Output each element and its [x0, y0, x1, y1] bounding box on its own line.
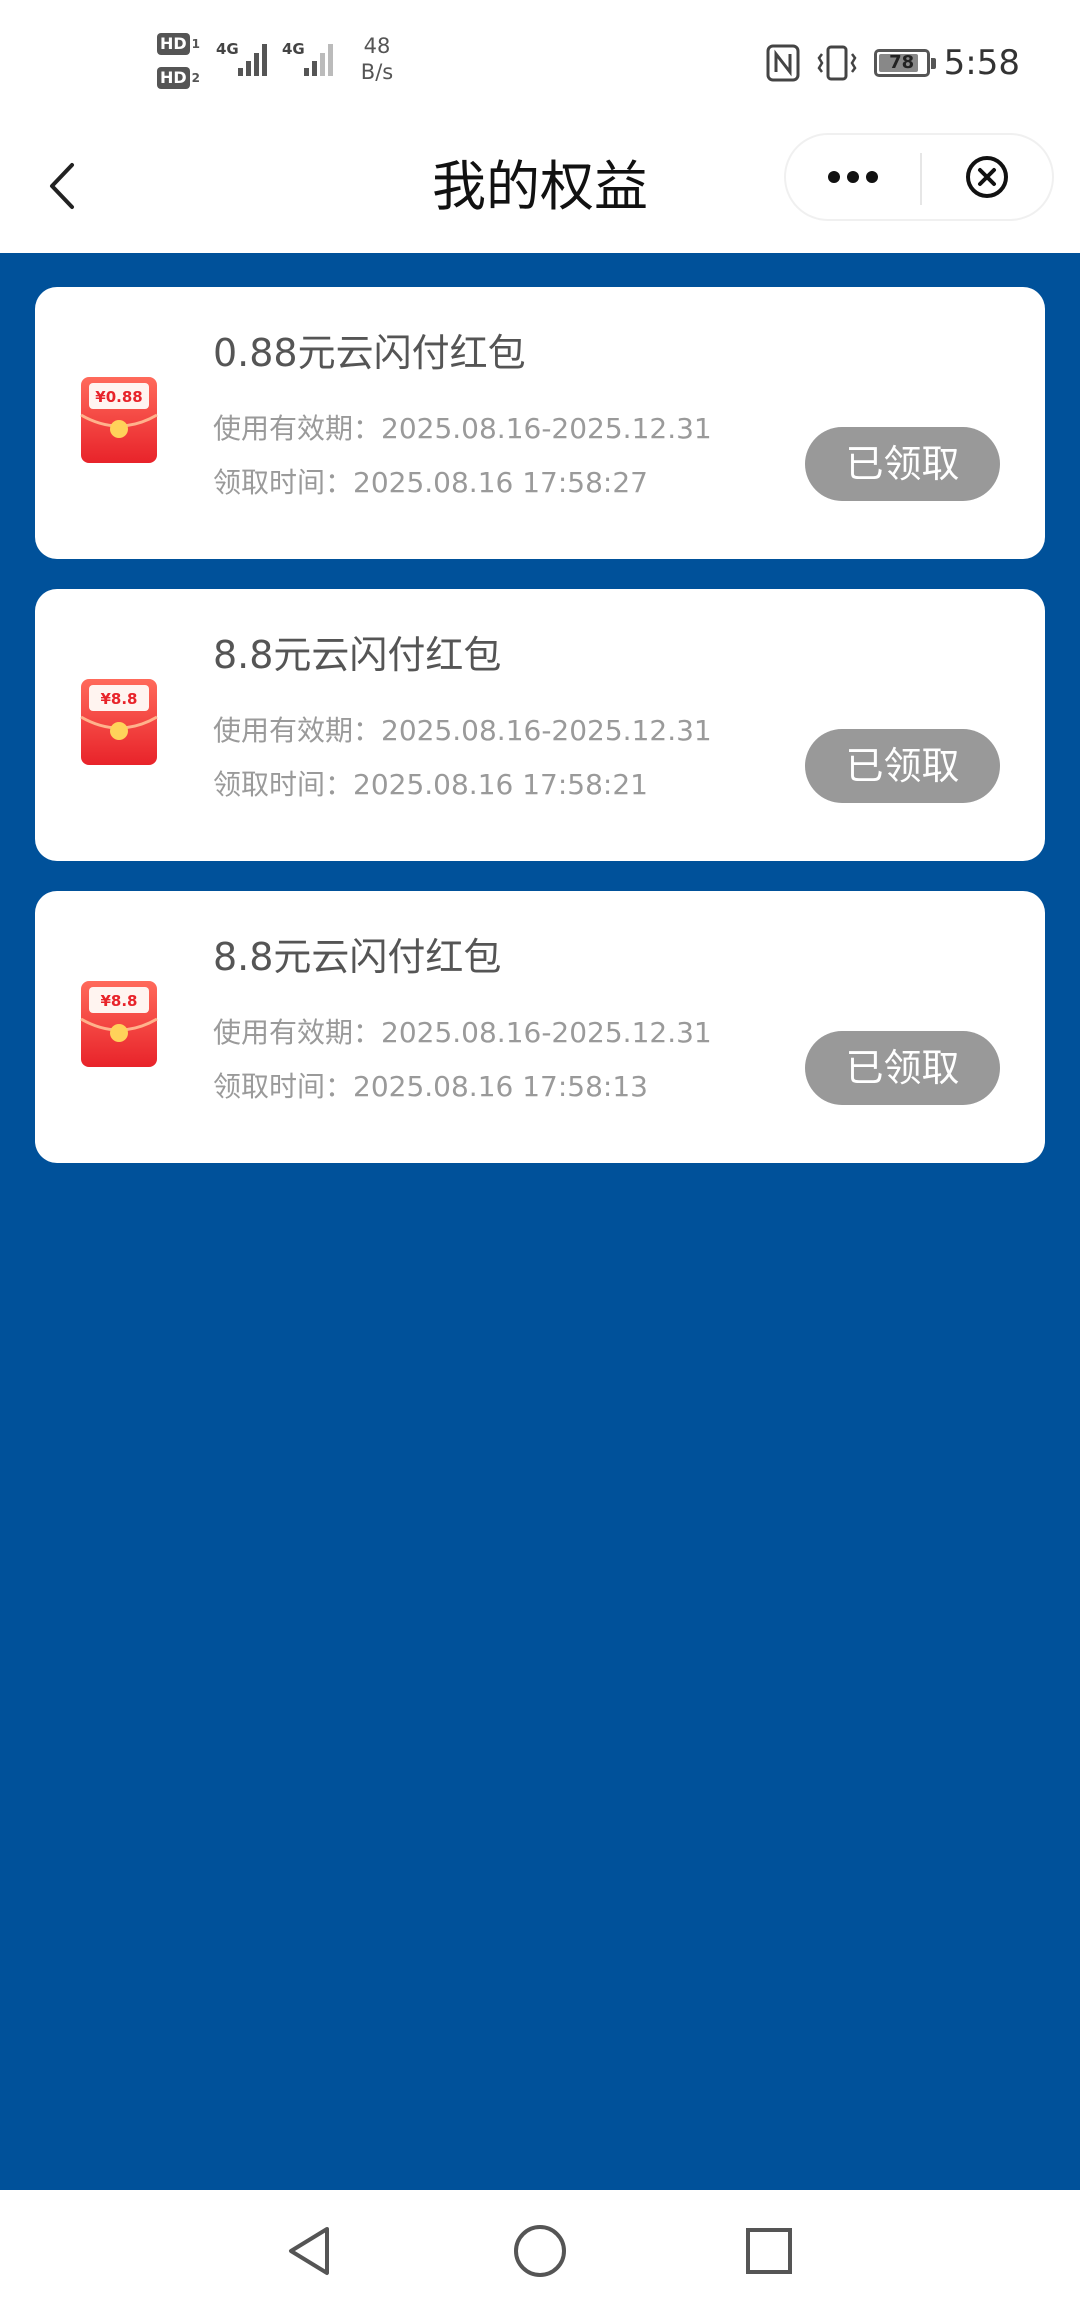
mini-program-capsule [784, 133, 1054, 221]
signal-strength-icon [238, 44, 267, 76]
circle-home-icon [514, 2225, 566, 2277]
red-envelope-icon: ¥0.88 [80, 377, 158, 463]
claimed-button[interactable]: 已领取 [805, 1031, 1000, 1105]
hd2-sub: 2 [191, 71, 201, 85]
clock-time: 5:58 [943, 43, 1020, 83]
battery-icon: 78 [873, 49, 936, 77]
validity-period: 使用有效期：2025.08.16-2025.12.31 [213, 1016, 712, 1049]
status-bar: HD 1 HD 2 4G 4G 48 B/s 78 5:58 [0, 0, 1080, 125]
speed-value: 48 [363, 34, 391, 58]
claim-time: 领取时间：2025.08.16 17:58:21 [213, 768, 648, 801]
speed-unit: B/s [360, 60, 394, 84]
battery-level: 78 [889, 52, 915, 73]
benefits-list: ¥0.88 0.88元云闪付红包 使用有效期：2025.08.16-2025.1… [0, 253, 1080, 2190]
benefit-card: ¥8.8 8.8元云闪付红包 使用有效期：2025.08.16-2025.12.… [35, 589, 1045, 861]
hd-indicators: HD 1 HD 2 [157, 30, 207, 92]
benefit-title: 8.8元云闪付红包 [213, 633, 502, 677]
nfc-icon [766, 44, 800, 82]
benefit-title: 0.88元云闪付红包 [213, 331, 526, 375]
nav-recents-button[interactable] [734, 2216, 804, 2286]
header-bar: 我的权益 [0, 125, 1080, 253]
red-envelope-icon: ¥8.8 [80, 679, 158, 765]
square-recents-icon [746, 2228, 792, 2274]
hd1-sub: 1 [191, 37, 201, 51]
validity-period: 使用有效期：2025.08.16-2025.12.31 [213, 714, 712, 747]
close-button[interactable] [922, 135, 1052, 219]
vibrate-icon [817, 45, 857, 81]
network-speed: 48 B/s [352, 33, 402, 85]
hd2-badge: HD [157, 67, 190, 89]
status-right: 78 5:58 [766, 38, 1020, 88]
claim-time: 领取时间：2025.08.16 17:58:27 [213, 466, 648, 499]
more-dots-icon [828, 171, 878, 183]
benefit-card: ¥8.8 8.8元云闪付红包 使用有效期：2025.08.16-2025.12.… [35, 891, 1045, 1163]
triangle-back-icon [289, 2227, 329, 2275]
system-nav-bar [0, 2190, 1080, 2310]
envelope-amount: ¥8.8 [100, 992, 137, 1010]
nav-back-button[interactable] [274, 2216, 344, 2286]
signal-strength-2-icon [304, 44, 333, 76]
red-envelope-icon: ¥8.8 [80, 981, 158, 1067]
claim-time: 领取时间：2025.08.16 17:58:13 [213, 1070, 648, 1103]
close-circle-icon [966, 156, 1008, 198]
benefit-title: 8.8元云闪付红包 [213, 935, 502, 979]
more-button[interactable] [786, 135, 920, 219]
hd1-badge: HD [157, 33, 190, 55]
envelope-amount: ¥8.8 [100, 690, 137, 708]
envelope-amount: ¥0.88 [95, 388, 142, 406]
benefit-card: ¥0.88 0.88元云闪付红包 使用有效期：2025.08.16-2025.1… [35, 287, 1045, 559]
validity-period: 使用有效期：2025.08.16-2025.12.31 [213, 412, 712, 445]
claimed-button[interactable]: 已领取 [805, 427, 1000, 501]
claimed-button[interactable]: 已领取 [805, 729, 1000, 803]
nav-home-button[interactable] [505, 2216, 575, 2286]
